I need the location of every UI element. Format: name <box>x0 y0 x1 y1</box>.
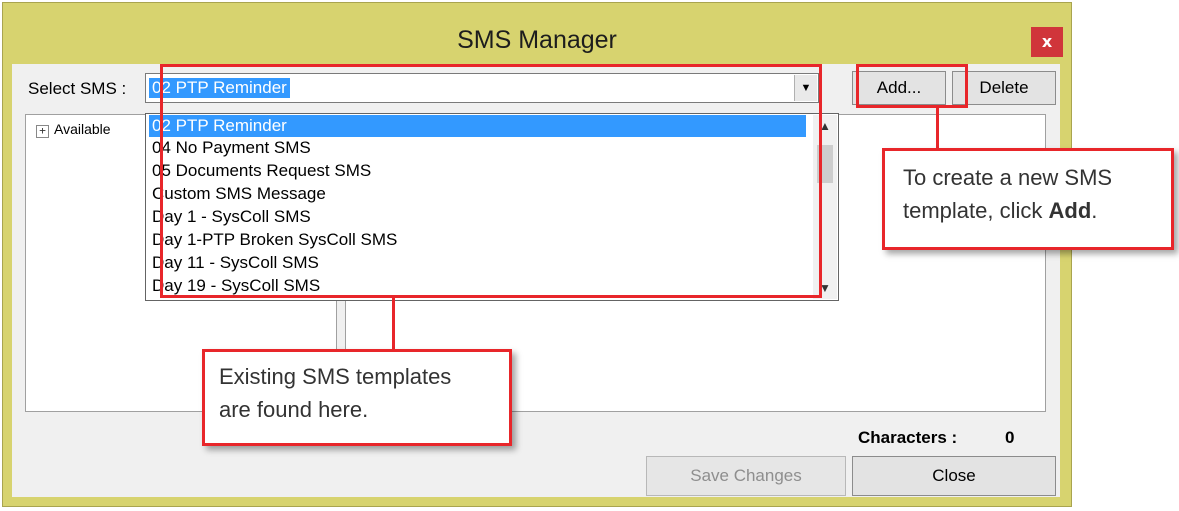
annotation-list-highlight <box>160 64 822 298</box>
close-icon[interactable]: x <box>1031 27 1063 57</box>
callout-add-line1: To create a new SMS <box>903 165 1113 190</box>
save-changes-button[interactable]: Save Changes <box>646 456 846 496</box>
annotation-connector-list <box>392 298 395 350</box>
annotation-add-highlight <box>856 64 968 108</box>
callout-add-tip: To create a new SMS template, click Add. <box>882 148 1174 250</box>
callout-add-bold: Add <box>1048 198 1092 223</box>
callout-list-tip: Existing SMS templates are found here. <box>202 349 512 446</box>
tree-node-available[interactable]: Available <box>54 121 111 137</box>
select-sms-label: Select SMS : <box>28 79 127 98</box>
characters-label: Characters : <box>858 428 958 447</box>
callout-add-line2: template, click Add. <box>903 198 1098 223</box>
close-button[interactable]: Close <box>852 456 1056 496</box>
tree-expand-icon[interactable]: + <box>36 125 49 138</box>
characters-count: 0 <box>1005 428 1015 447</box>
callout-list-line1: Existing SMS templates <box>219 364 452 389</box>
callout-list-line2: are found here. <box>219 397 369 422</box>
annotation-connector-add <box>936 108 939 148</box>
window-title: SMS Manager <box>457 26 617 54</box>
